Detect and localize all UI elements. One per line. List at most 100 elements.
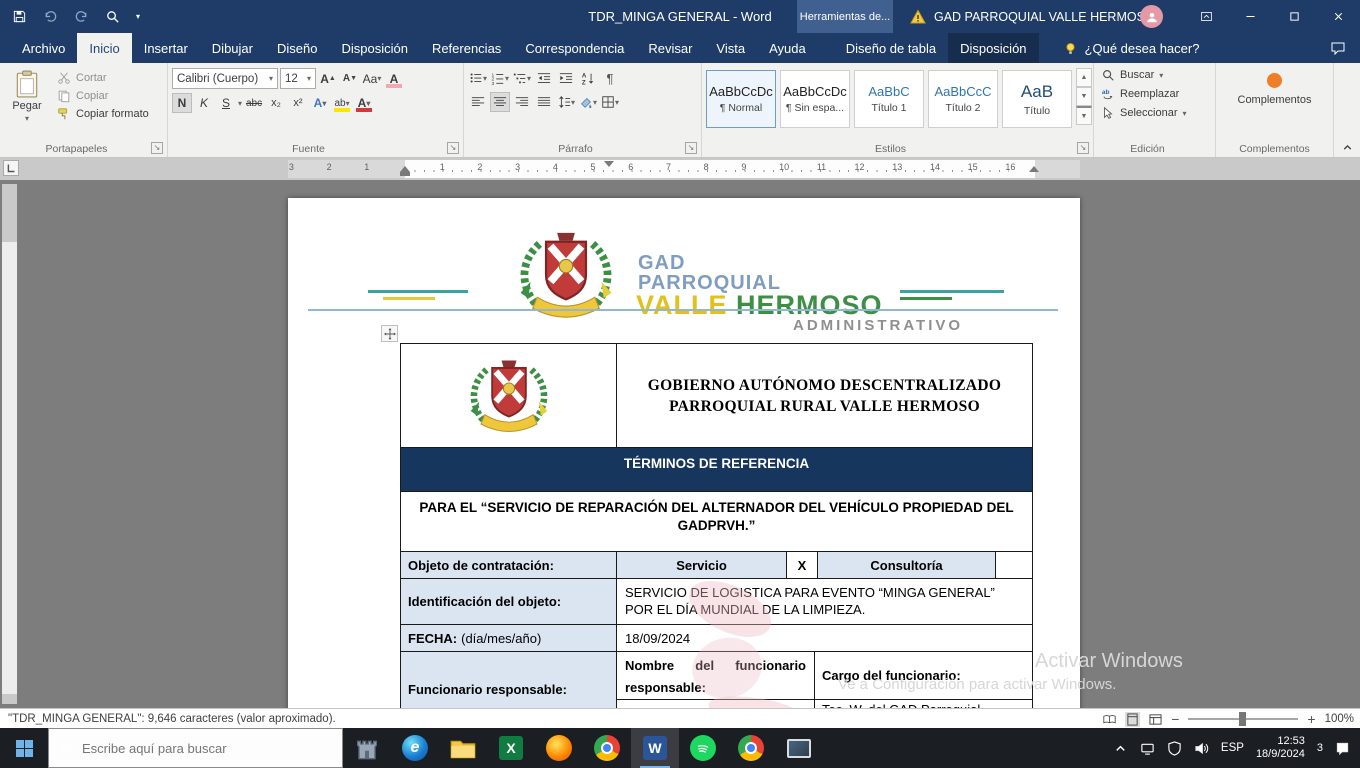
highlight-button[interactable]: ab▾ [332, 93, 352, 113]
parrafo-dialog-launcher[interactable]: ↘ [685, 142, 697, 154]
collapse-ribbon-icon[interactable] [1341, 141, 1354, 154]
hanging-indent-marker[interactable] [400, 166, 410, 176]
clock[interactable]: 12:53 18/9/2024 [1256, 735, 1305, 761]
strikethrough-button[interactable]: abc [244, 93, 264, 113]
styles-scroll-down-icon[interactable]: ▼ [1076, 87, 1092, 106]
shading-button[interactable]: ▾ [578, 92, 598, 112]
zoom-in-button[interactable]: + [1307, 711, 1315, 727]
language-indicator[interactable]: ESP [1221, 742, 1244, 754]
security-shield-icon[interactable] [1167, 741, 1182, 756]
tab-diseno-de-tabla[interactable]: Diseño de tabla [834, 33, 948, 63]
tdr-table[interactable]: GOBIERNO AUTÓNOMO DESCENTRALIZADO PARROQ… [400, 343, 1033, 708]
style-titulo-1[interactable]: AaBbC Título 1 [854, 70, 924, 128]
font-size-combo[interactable]: 12 ▾ [280, 68, 316, 89]
volume-icon[interactable] [1194, 741, 1209, 756]
estilos-dialog-launcher[interactable]: ↘ [1077, 142, 1089, 154]
tab-vista[interactable]: Vista [704, 33, 757, 63]
clear-format-button[interactable]: A [384, 69, 404, 89]
italic-button[interactable]: K [194, 93, 214, 113]
borders-button[interactable]: ▾ [600, 92, 620, 112]
tab-inicio[interactable]: Inicio [77, 33, 131, 63]
decrease-indent-button[interactable] [534, 68, 554, 88]
tell-me-box[interactable]: ¿Qué desea hacer? [1063, 33, 1200, 63]
tab-archivo[interactable]: Archivo [10, 33, 77, 63]
tab-ayuda[interactable]: Ayuda [757, 33, 818, 63]
tab-insertar[interactable]: Insertar [132, 33, 200, 63]
cut-button[interactable]: Cortar [54, 70, 152, 86]
tab-correspondencia[interactable]: Correspondencia [513, 33, 636, 63]
taskbar-app-castle[interactable] [343, 728, 391, 768]
first-line-indent-marker[interactable] [604, 161, 614, 167]
shrink-font-button[interactable]: A▼ [340, 69, 360, 89]
zoom-slider-thumb[interactable] [1239, 712, 1246, 726]
feedback-icon[interactable] [1330, 40, 1346, 56]
save-icon[interactable] [12, 9, 27, 24]
action-center-icon[interactable] [1335, 741, 1350, 756]
line-spacing-button[interactable]: ▾ [556, 92, 576, 112]
zoom-level[interactable]: 100% [1325, 713, 1354, 725]
table-move-handle-icon[interactable] [381, 325, 398, 342]
search-input[interactable] [82, 741, 312, 756]
zoom-out-button[interactable]: − [1171, 711, 1179, 727]
fuente-dialog-launcher[interactable]: ↘ [447, 142, 459, 154]
undo-icon[interactable] [43, 9, 58, 24]
tab-revisar[interactable]: Revisar [636, 33, 704, 63]
font-family-combo[interactable]: Calibri (Cuerpo) ▾ [172, 68, 278, 89]
tab-referencias[interactable]: Referencias [420, 33, 513, 63]
zoom-slider[interactable] [1188, 718, 1298, 720]
style-titulo-2[interactable]: AaBbCcC Título 2 [928, 70, 998, 128]
read-mode-icon[interactable] [1103, 713, 1116, 726]
start-button[interactable] [0, 728, 48, 768]
style-normal[interactable]: AaBbCcDc ¶ Normal [706, 70, 776, 128]
bold-button[interactable]: N [172, 93, 192, 113]
maximize-button[interactable] [1272, 0, 1316, 33]
increase-indent-button[interactable] [556, 68, 576, 88]
document-page[interactable]: GAD PARROQUIAL VALLE HERMOSO ADMINISTRAT… [288, 198, 1080, 708]
taskbar-app-chrome-2[interactable] [727, 728, 775, 768]
addins-button[interactable]: Complementos [1238, 73, 1312, 106]
ribbon-display-options-icon[interactable] [1184, 0, 1228, 33]
hidden-icons-chevron-icon[interactable] [1113, 741, 1128, 756]
search-document-icon[interactable] [105, 9, 120, 24]
taskbar-app-explorer[interactable] [439, 728, 487, 768]
print-layout-icon[interactable] [1125, 712, 1140, 727]
tab-stop-selector[interactable] [3, 160, 19, 176]
change-case-button[interactable]: Aa▾ [362, 69, 382, 89]
format-painter-button[interactable]: Copiar formato [54, 106, 152, 122]
copy-button[interactable]: Copiar [54, 88, 152, 104]
styles-scroll-up-icon[interactable]: ▲ [1076, 68, 1092, 87]
justify-button[interactable] [534, 92, 554, 112]
redo-icon[interactable] [74, 9, 89, 24]
superscript-button[interactable]: x² [288, 93, 308, 113]
taskbar-app-firefox[interactable] [535, 728, 583, 768]
style-titulo[interactable]: AaB Título [1002, 70, 1072, 128]
minimize-button[interactable] [1228, 0, 1272, 33]
taskbar-app-word[interactable]: W [631, 728, 679, 768]
subscript-button[interactable]: x₂ [266, 93, 286, 113]
tab-dibujar[interactable]: Dibujar [200, 33, 265, 63]
web-layout-icon[interactable] [1149, 713, 1162, 726]
portapapeles-dialog-launcher[interactable]: ↘ [151, 142, 163, 154]
taskbar-app-window[interactable] [775, 728, 823, 768]
underline-button[interactable]: S [216, 93, 236, 113]
avatar[interactable] [1140, 5, 1163, 28]
right-indent-marker[interactable] [1029, 166, 1039, 172]
align-left-button[interactable] [468, 92, 488, 112]
multilevel-list-button[interactable]: ▾ [512, 68, 532, 88]
taskbar-app-excel[interactable]: X [487, 728, 535, 768]
customize-qat-chevron-icon[interactable]: ▾ [136, 12, 140, 21]
align-center-button[interactable] [490, 92, 510, 112]
tab-disposicion[interactable]: Disposición [329, 33, 419, 63]
align-right-button[interactable] [512, 92, 532, 112]
taskbar-app-spotify[interactable] [679, 728, 727, 768]
sort-button[interactable] [578, 68, 598, 88]
styles-more-icon[interactable]: ▼ [1076, 106, 1092, 125]
tab-disposicion-tabla[interactable]: Disposición [948, 33, 1038, 63]
text-effects-button[interactable]: A▾ [310, 93, 330, 113]
underline-chevron-icon[interactable]: ▾ [238, 99, 242, 108]
grow-font-button[interactable]: A▲ [318, 69, 338, 89]
find-button[interactable]: Buscar ▾ [1098, 67, 1211, 83]
font-color-button[interactable]: A▾ [354, 93, 374, 113]
paste-button[interactable]: Pegar ▾ [4, 68, 50, 139]
replace-button[interactable]: Reemplazar [1098, 86, 1211, 102]
